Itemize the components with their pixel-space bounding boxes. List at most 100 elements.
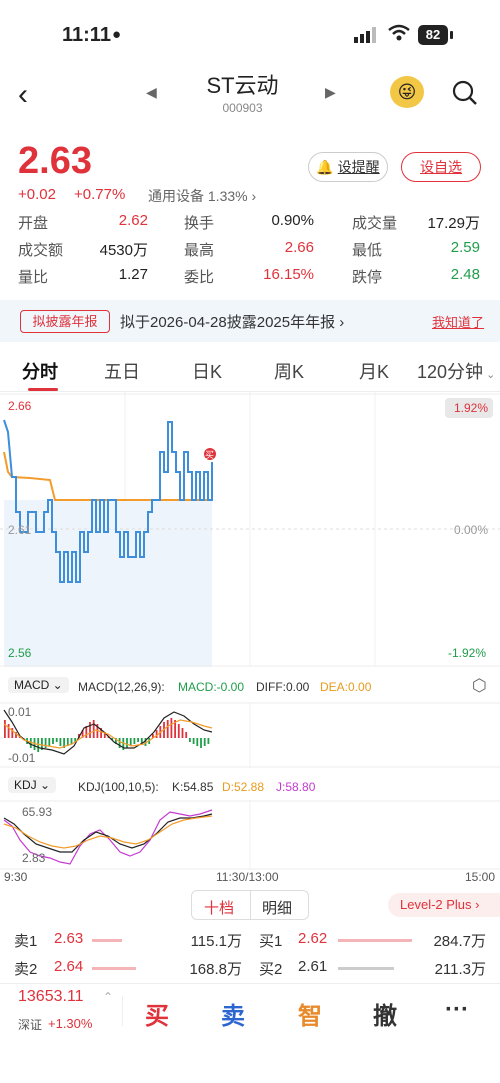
notice-text: 拟于2026-04-28披露2025年年报 › [120,314,345,331]
ask-volume: 168.8万 [189,961,242,978]
macd-bar [59,738,62,746]
macd-bar [200,738,202,748]
y-top-right: 1.92% [454,401,488,415]
y-bottom-left: 2.56 [8,646,32,660]
alert-label: 设提醒 [337,159,380,175]
index-value[interactable]: 13653.11 [18,988,84,1006]
dea-value: DEA:0.00 [320,680,372,694]
tab-details[interactable]: 明细 [262,897,292,918]
tab-five-day[interactable]: 五日 [104,358,140,384]
tab-monthly-k[interactable]: 月K [359,358,389,384]
level2-label: Level-2 Plus [400,897,472,912]
kdj-selector[interactable]: KDJ ⌄ [8,777,57,793]
signal-icon [354,27,376,43]
macd-bar [44,738,47,748]
settings-icon[interactable]: ⬡ [472,676,487,696]
tab-ten-levels[interactable]: 十档 [204,897,234,918]
tab-120min[interactable]: 120分钟 ⌄ [417,358,495,384]
macd-bar [207,738,210,744]
macd-bottom-label: -0.01 [8,751,36,765]
tab-daily-k[interactable]: 日K [192,358,222,384]
macd-bar [70,738,73,744]
ask-level-label: 卖1 [14,933,38,950]
ask-level-label: 卖2 [14,961,38,978]
mascot-avatar-icon[interactable]: 😜 [390,76,424,108]
person-icon: ● [112,26,122,43]
quote-value: 17.29万 [427,215,480,232]
quote-value: 16.15% [263,266,314,283]
kdj-selector-label: KDJ [14,778,37,792]
level2-plus-link[interactable]: Level-2 Plus › [388,893,500,917]
ask-price: 2.64 [54,958,84,975]
index-change: +1.30% [48,1016,93,1031]
macd-bar [155,730,158,738]
y-mid-right: 0.00% [454,523,488,537]
chart-period-tabs: 分时 五日 日K 周K 月K 120分钟 ⌄ [0,348,500,392]
chevron-up-icon[interactable]: ⌃ [103,990,113,1004]
cancel-order-button[interactable]: 撤 [373,996,397,1031]
macd-chart[interactable]: 0.01 -0.01 [0,702,500,768]
next-stock-icon[interactable]: ▶ [325,84,336,101]
bell-icon: 🔔 [316,159,334,175]
dismiss-notice-link[interactable]: 我知道了 [432,312,484,331]
macd-bar [177,724,180,738]
diff-value: DIFF:0.00 [256,680,310,694]
battery-tip [450,31,453,39]
sector-label: 通用设备 1.33% [148,188,248,204]
quote-label: 量比 [18,269,49,286]
back-icon[interactable]: ‹ [18,78,28,112]
quote-label: 跌停 [352,269,383,286]
add-watchlist-button[interactable]: 设自选 [401,152,481,182]
bid-level-label: 买2 [259,961,283,978]
macd-selector-label: MACD [14,678,50,692]
quote-grid: 开盘 2.62 换手 0.90% 成交量 17.29万 成交额 4530万 最高 2.66 最低 2.… [18,212,482,293]
macd-bar [133,738,136,744]
quote-row: 成交额 4530万 最高 2.66 最低 2.59 [18,239,482,266]
sell-button[interactable]: 卖 [221,996,245,1031]
macd-bar [52,738,54,744]
bid-volume: 284.7万 [433,933,486,950]
index-name: 深证 [18,1018,43,1032]
macd-top-label: 0.01 [8,705,32,719]
intraday-chart[interactable]: 买 2.66 2.61 2.56 1.92% 0.00% -1.92% [0,392,500,667]
quote-label: 换手 [184,215,215,232]
quote-value: 1.27 [118,266,148,283]
macd-bar [92,720,95,738]
notice-banner[interactable]: 拟披露年报 拟于2026-04-28披露2025年年报 › 我知道了 [0,300,500,342]
tab-intraday[interactable]: 分时 [22,358,58,384]
macd-bar [55,738,58,742]
sector-link[interactable]: 通用设备 1.33% › [148,186,256,206]
ask-volume: 115.1万 [190,933,242,950]
last-price: 2.63 [18,140,92,182]
quote-value: 0.90% [271,212,314,229]
macd-bar [189,738,191,742]
set-alert-button[interactable]: 🔔 设提醒 [308,152,388,182]
more-icon[interactable]: ··· [445,996,469,1024]
search-icon[interactable] [452,80,478,106]
kdj-bottom-label: 2.83 [22,851,46,865]
x-tick-noon: 11:30/13:00 [216,870,279,884]
quote-label: 最高 [184,242,215,259]
tab-weekly-k[interactable]: 周K [274,358,304,384]
kdj-chart[interactable]: 65.93 2.83 [0,800,500,870]
prev-stock-icon[interactable]: ◀ [146,84,157,101]
macd-selector[interactable]: MACD ⌄ [8,677,69,693]
battery-icon: 82 [418,25,448,45]
tab-120min-label: 120分钟 [417,362,484,382]
app-root: 11:11 ● 82 ‹ ◀ ST云动 000903 ▶ 😜 2.63 +0.0… [0,0,500,1083]
bottom-divider [122,996,123,1026]
quote-row: 量比 1.27 委比 16.15% 跌停 2.48 [18,266,482,293]
k-value: K:54.85 [172,780,214,794]
macd-params: MACD(12,26,9): [78,680,165,694]
quote-value: 2.59 [450,239,480,256]
buy-button[interactable]: 买 [145,996,169,1031]
smart-order-button[interactable]: 智 [298,996,322,1031]
stock-code: 000903 [222,101,263,115]
macd-bar [89,722,91,738]
active-tab-underline [28,388,58,391]
macd-bar [137,738,139,742]
x-tick-open: 9:30 [4,870,28,884]
ask-price: 2.63 [54,930,84,947]
wifi-icon [388,24,410,41]
quote-label: 最低 [352,242,383,259]
